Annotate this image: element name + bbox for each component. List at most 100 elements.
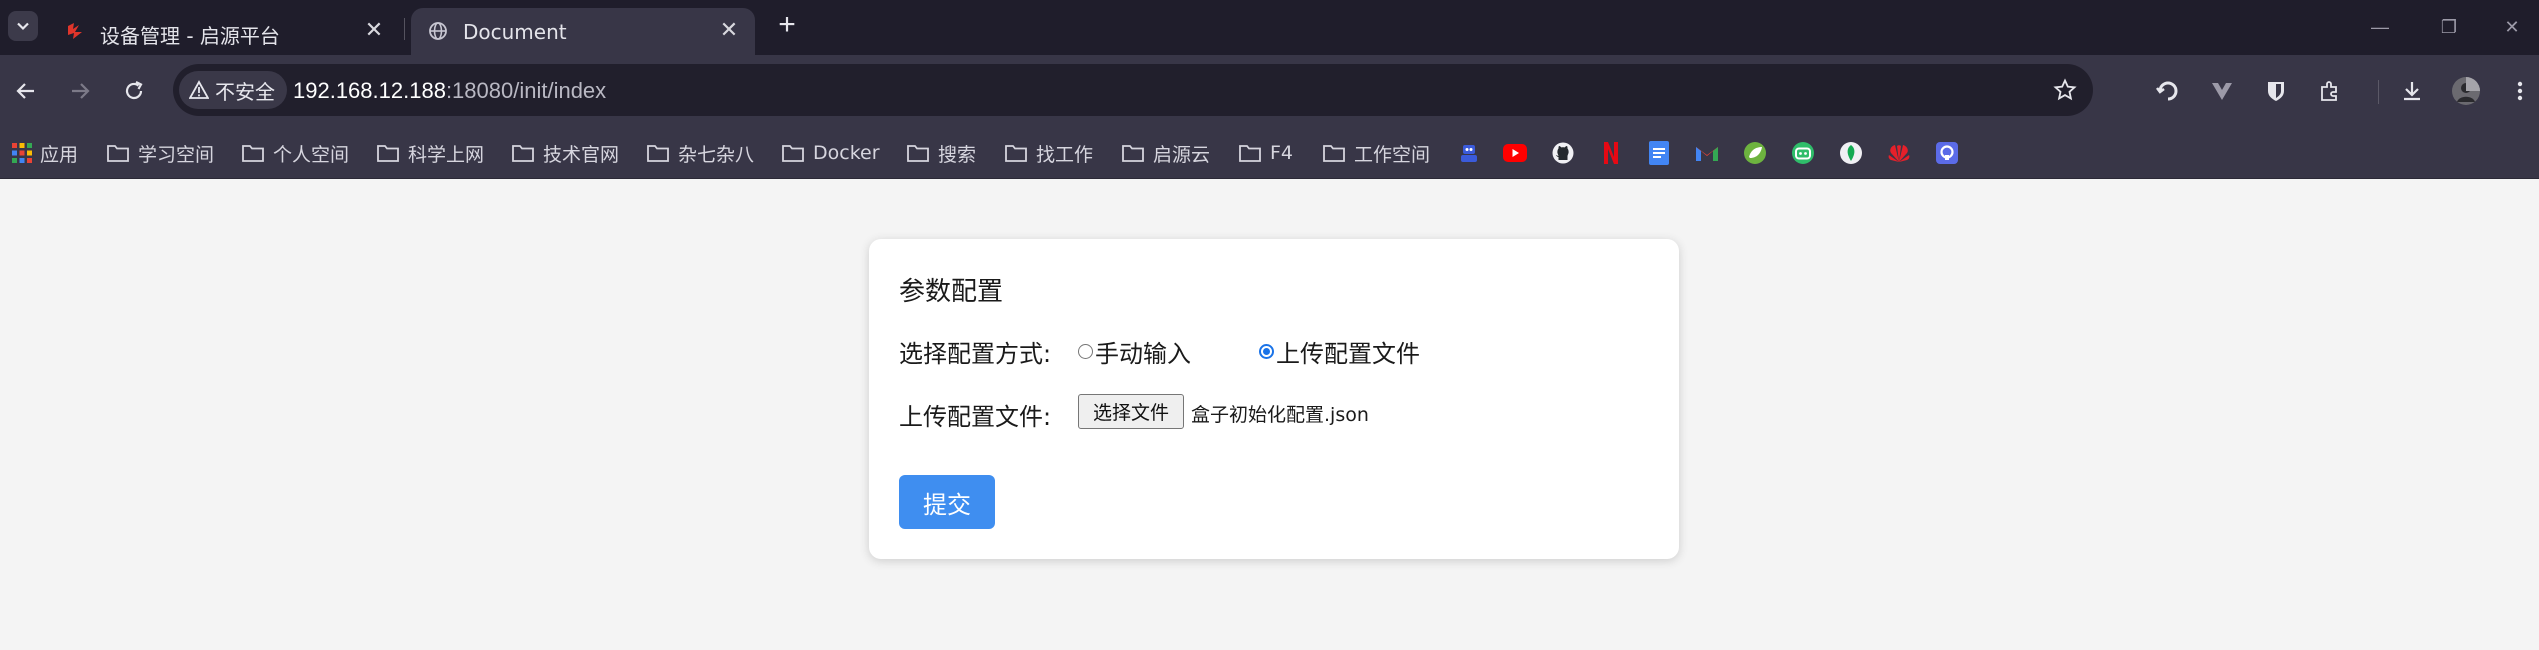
bookmark-label: 找工作 xyxy=(1036,143,1094,166)
folder-icon xyxy=(1323,145,1345,162)
apps-grid-icon xyxy=(12,143,32,163)
vue-devtools-icon[interactable] xyxy=(2202,71,2242,111)
radio-button[interactable] xyxy=(1078,344,1093,359)
youtube-icon[interactable] xyxy=(1501,139,1529,167)
mode-label: 选择配置方式: xyxy=(899,340,1052,368)
bookmark-label: 杂七杂八 xyxy=(678,143,755,166)
browser-toolbar: 不安全 192.168.12.188:18080/init/index xyxy=(0,55,2539,127)
robot-icon[interactable] xyxy=(1455,139,1483,167)
page-viewport: 参数配置 选择配置方式: 手动输入 上传配置文件 上传配置文件: 选择文件 盒子… xyxy=(0,180,2539,650)
bookmark-label: 科学上网 xyxy=(408,143,485,166)
bookmark-folder-qiyuan-cloud[interactable]: 启源云 xyxy=(1121,138,1210,168)
security-indicator[interactable]: 不安全 xyxy=(179,71,287,109)
bookmark-label: 个人空间 xyxy=(273,143,350,166)
arrow-left-icon xyxy=(16,83,34,99)
close-tab-icon[interactable]: ✕ xyxy=(717,18,741,42)
app-icon[interactable] xyxy=(1933,139,1961,167)
tab-title: 设备管理 - 启源平台 xyxy=(100,24,280,48)
extensions-puzzle-icon[interactable] xyxy=(2310,71,2350,111)
submit-button[interactable]: 提交 xyxy=(899,475,995,529)
config-card: 参数配置 选择配置方式: 手动输入 上传配置文件 上传配置文件: 选择文件 盒子… xyxy=(869,239,1679,559)
back-button[interactable] xyxy=(6,71,46,111)
url-host: 192.168.12.188 xyxy=(293,78,446,103)
folder-icon xyxy=(782,145,804,162)
warning-icon xyxy=(189,80,209,99)
docs-icon[interactable] xyxy=(1645,139,1673,167)
more-menu-icon[interactable] xyxy=(2500,71,2539,111)
bookmark-label: 启源云 xyxy=(1153,143,1211,166)
qiyuan-logo-icon xyxy=(64,20,86,42)
bookmark-label: Docker xyxy=(813,142,880,164)
upload-label: 上传配置文件: xyxy=(899,403,1052,431)
close-tab-icon[interactable]: ✕ xyxy=(362,18,386,42)
card-title: 参数配置 xyxy=(899,277,1004,307)
folder-icon xyxy=(107,145,129,162)
bookmark-label: 工作空间 xyxy=(1354,143,1431,166)
bookmark-folder-workspace[interactable]: 工作空间 xyxy=(1322,138,1430,168)
url-path: :18080/init/index xyxy=(445,78,607,103)
close-window-icon[interactable]: ✕ xyxy=(2489,10,2535,44)
gmail-icon[interactable] xyxy=(1693,139,1721,167)
bookmark-folder-f4[interactable]: F4 xyxy=(1238,138,1293,168)
bookmark-folder-vpn[interactable]: 科学上网 xyxy=(376,138,484,168)
choose-file-button[interactable]: 选择文件 xyxy=(1078,394,1184,429)
spring-icon[interactable] xyxy=(1741,139,1769,167)
arrow-right-icon xyxy=(72,83,90,99)
bookmark-label: F4 xyxy=(1270,142,1294,164)
folder-icon xyxy=(377,145,399,162)
bookmark-folder-misc[interactable]: 杂七杂八 xyxy=(646,138,754,168)
download-icon[interactable] xyxy=(2392,71,2432,111)
netflix-icon[interactable] xyxy=(1597,139,1625,167)
tab-title: Document xyxy=(463,20,567,44)
folder-icon xyxy=(512,145,534,162)
bookmark-folder-study[interactable]: 学习空间 xyxy=(106,138,214,168)
forward-button[interactable] xyxy=(60,71,100,111)
folder-icon xyxy=(242,145,264,162)
bilibili-icon[interactable] xyxy=(1789,139,1817,167)
selected-file-name: 盒子初始化配置.json xyxy=(1191,404,1369,426)
bookmark-folder-tech[interactable]: 技术官网 xyxy=(511,138,619,168)
radio-upload-file[interactable]: 上传配置文件 xyxy=(1259,334,1420,369)
bookmark-label: 应用 xyxy=(40,143,79,166)
bookmark-label: 搜索 xyxy=(938,143,977,166)
minimize-icon[interactable]: — xyxy=(2357,10,2403,44)
radio-button-checked[interactable] xyxy=(1259,344,1274,359)
radio-label: 上传配置文件 xyxy=(1276,340,1420,368)
security-label: 不安全 xyxy=(215,79,275,104)
bookmarks-bar: 应用 学习空间 个人空间 科学上网 技术官网 杂七杂八 Docker 搜索 找工… xyxy=(0,127,2539,179)
bookmark-folder-docker[interactable]: Docker xyxy=(781,138,880,168)
tab-document[interactable]: Document ✕ xyxy=(411,8,755,55)
bookmark-apps[interactable]: 应用 xyxy=(12,138,78,168)
bookmark-folder-search[interactable]: 搜索 xyxy=(906,138,976,168)
folder-icon xyxy=(1122,145,1144,162)
bookmark-folder-jobs[interactable]: 找工作 xyxy=(1004,138,1093,168)
globe-icon xyxy=(427,20,449,42)
radio-manual-input[interactable]: 手动输入 xyxy=(1078,334,1191,369)
tab-search-button[interactable] xyxy=(8,11,38,41)
tab-strip: 设备管理 - 启源平台 ✕ Document ✕ + — ❐ ✕ xyxy=(0,0,2539,55)
profile-avatar[interactable] xyxy=(2446,71,2486,111)
new-tab-button[interactable]: + xyxy=(772,10,802,41)
reload-button[interactable] xyxy=(114,71,154,111)
url-text[interactable]: 192.168.12.188:18080/init/index xyxy=(293,78,606,104)
tab-device-management[interactable]: 设备管理 - 启源平台 ✕ xyxy=(48,8,400,55)
bookmark-folder-personal[interactable]: 个人空间 xyxy=(241,138,349,168)
toolbar-divider xyxy=(2378,80,2379,104)
address-bar[interactable]: 不安全 192.168.12.188:18080/init/index xyxy=(173,64,2093,116)
bitwarden-icon[interactable] xyxy=(2256,71,2296,111)
bookmark-star-icon[interactable] xyxy=(2051,76,2079,104)
bookmark-label: 学习空间 xyxy=(138,143,215,166)
radio-label: 手动输入 xyxy=(1095,340,1191,368)
folder-icon xyxy=(647,145,669,162)
chevron-down-icon xyxy=(17,22,29,31)
tab-divider xyxy=(404,18,405,40)
restore-icon[interactable]: ❐ xyxy=(2426,10,2472,44)
reload-icon xyxy=(125,81,143,100)
leaf-icon[interactable] xyxy=(1837,139,1865,167)
bookmark-label: 技术官网 xyxy=(543,143,620,166)
github-icon[interactable] xyxy=(1549,139,1577,167)
folder-icon xyxy=(1005,145,1027,162)
folder-icon xyxy=(1239,145,1261,162)
undo-extension-icon[interactable] xyxy=(2148,71,2188,111)
huawei-icon[interactable] xyxy=(1885,139,1913,167)
